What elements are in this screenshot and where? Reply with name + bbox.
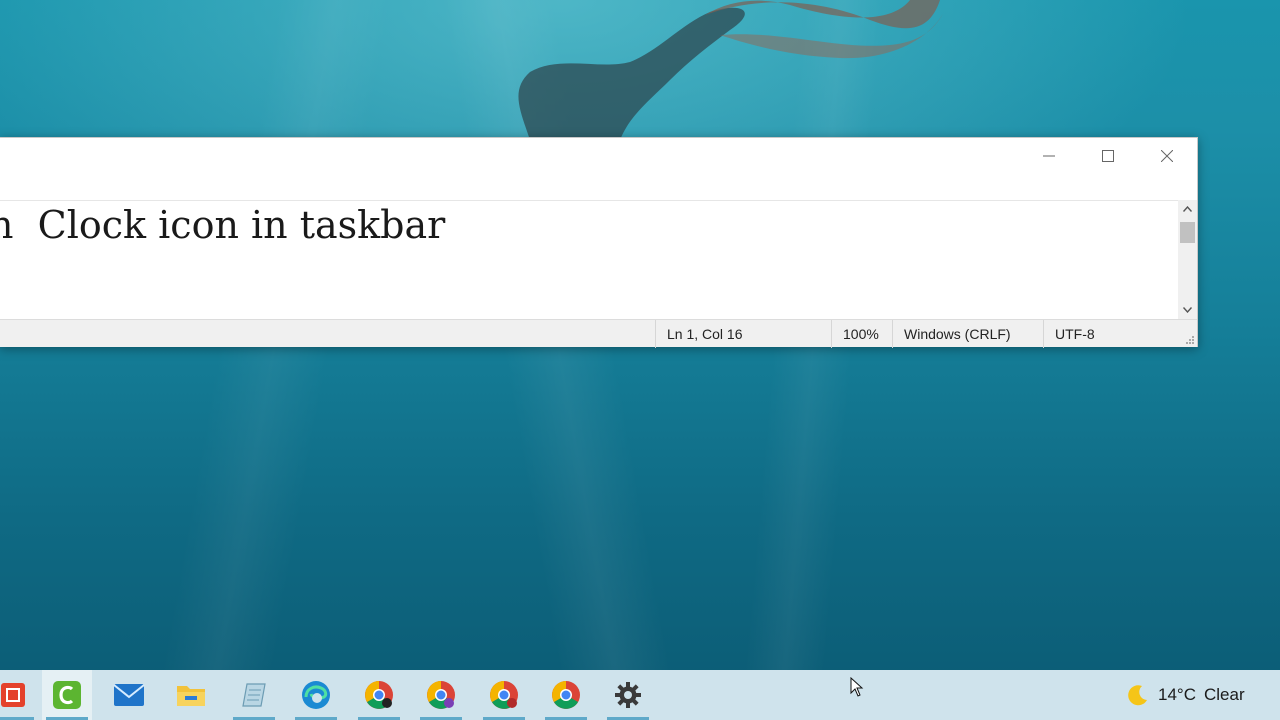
- scrollbar-thumb[interactable]: [1180, 222, 1195, 243]
- close-icon: [1161, 150, 1173, 162]
- mouse-cursor-icon: [850, 677, 864, 697]
- moon-icon: [1128, 685, 1147, 706]
- minimize-button[interactable]: [1020, 138, 1078, 174]
- chevron-down-icon: [1183, 307, 1192, 313]
- notepad-window: ion Clock icon in taskbar Ln 1, Col 16 1…: [0, 137, 1198, 348]
- scroll-down-button[interactable]: [1178, 301, 1197, 319]
- taskbar: [0, 670, 1280, 720]
- status-encoding: UTF-8: [1043, 320, 1178, 348]
- wallpaper-swimmer: [518, 0, 945, 140]
- taskbar-chrome[interactable]: [541, 670, 591, 720]
- red-square-icon: [1, 683, 25, 707]
- text-editor-area[interactable]: ion Clock icon in taskbar: [0, 200, 1180, 319]
- status-cursor-position: Ln 1, Col 16: [655, 320, 832, 348]
- chrome-icon: [490, 681, 518, 709]
- chrome-icon: [365, 681, 393, 709]
- taskbar-edge[interactable]: [291, 670, 341, 720]
- taskbar-notepad[interactable]: [229, 670, 279, 720]
- notepad-icon: [242, 683, 266, 707]
- gear-icon: [615, 682, 641, 708]
- status-line-ending: Windows (CRLF): [892, 320, 1043, 348]
- chevron-up-icon: [1183, 206, 1192, 212]
- chrome-icon: [552, 681, 580, 709]
- taskbar-settings[interactable]: [603, 670, 653, 720]
- vertical-scrollbar[interactable]: [1178, 200, 1197, 319]
- taskbar-chrome-profile-2[interactable]: [416, 670, 466, 720]
- scroll-up-button[interactable]: [1178, 200, 1197, 218]
- minimize-icon: [1043, 155, 1055, 157]
- editor-text: ion Clock icon in taskbar: [0, 203, 446, 247]
- weather-condition: Clear: [1203, 685, 1245, 704]
- weather-temperature: 14°C: [1158, 685, 1196, 704]
- chrome-icon: [427, 681, 455, 709]
- resize-grip-icon[interactable]: [1185, 335, 1195, 345]
- taskbar-mail[interactable]: [104, 670, 154, 720]
- taskbar-red-app[interactable]: [0, 670, 38, 720]
- edge-icon: [302, 681, 330, 709]
- status-zoom: 100%: [831, 320, 892, 348]
- mail-icon: [113, 684, 145, 706]
- folder-icon: [177, 686, 205, 706]
- title-bar[interactable]: [0, 138, 1197, 200]
- taskbar-chrome-profile-3[interactable]: [479, 670, 529, 720]
- maximize-button[interactable]: [1079, 138, 1137, 174]
- taskbar-chrome-profile-1[interactable]: [354, 670, 404, 720]
- maximize-icon: [1102, 150, 1114, 162]
- close-button[interactable]: [1138, 138, 1196, 174]
- taskbar-camtasia[interactable]: [42, 670, 92, 720]
- weather-widget[interactable]: 14°C Clear: [1126, 670, 1245, 720]
- taskbar-file-explorer[interactable]: [166, 670, 216, 720]
- status-bar: Ln 1, Col 16 100% Windows (CRLF) UTF-8: [0, 319, 1197, 348]
- green-c-icon: [53, 681, 81, 709]
